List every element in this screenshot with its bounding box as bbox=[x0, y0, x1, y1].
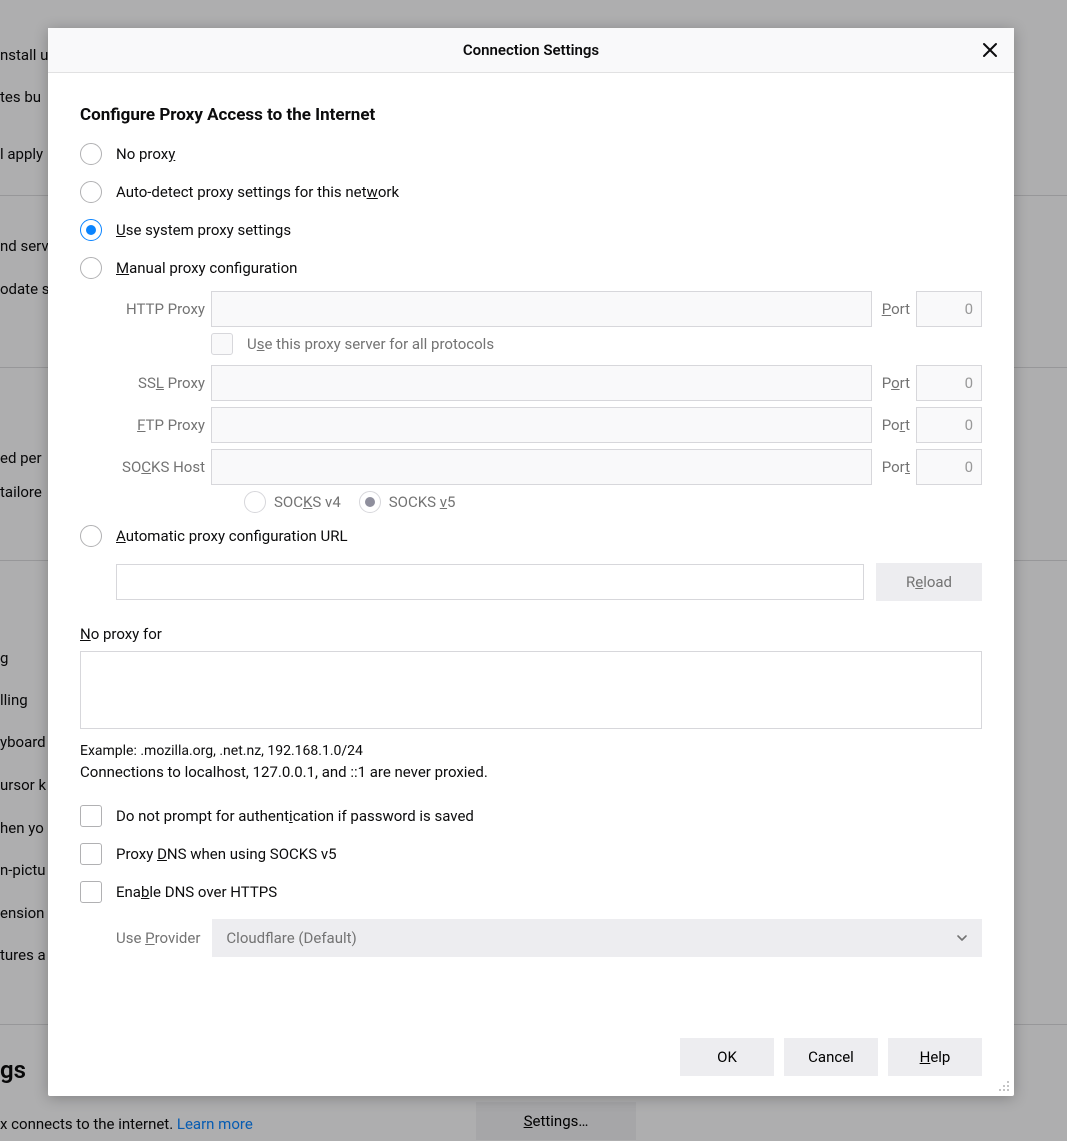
section-heading: Configure Proxy Access to the Internet bbox=[80, 105, 982, 125]
bg-text: hen yo bbox=[0, 819, 44, 837]
ftp-port-input[interactable] bbox=[916, 407, 982, 443]
radio-use-system[interactable] bbox=[80, 219, 102, 241]
ok-button[interactable]: OK bbox=[680, 1038, 774, 1076]
dns-over-https-label[interactable]: Enable DNS over HTTPS bbox=[116, 883, 277, 901]
bg-text: l apply bbox=[0, 145, 43, 163]
bg-text: lling bbox=[0, 691, 28, 709]
bg-text: ed per bbox=[0, 449, 42, 467]
checkbox-dns-over-https[interactable] bbox=[80, 881, 102, 903]
no-auth-prompt-label[interactable]: Do not prompt for authentication if pass… bbox=[116, 807, 474, 825]
chevron-down-icon bbox=[956, 932, 968, 944]
provider-select[interactable]: Cloudflare (Default) bbox=[212, 919, 982, 957]
radio-socks-v4[interactable] bbox=[244, 491, 266, 513]
ftp-proxy-input[interactable] bbox=[211, 407, 872, 443]
checkbox-use-all-protocols[interactable] bbox=[211, 333, 233, 355]
ssl-proxy-input[interactable] bbox=[211, 365, 872, 401]
pac-url-input[interactable] bbox=[116, 564, 864, 600]
bg-text: tes bu bbox=[0, 88, 41, 106]
help-button[interactable]: Help bbox=[888, 1038, 982, 1076]
cancel-button[interactable]: Cancel bbox=[784, 1038, 878, 1076]
bg-text: n-pictu bbox=[0, 861, 46, 879]
http-port-label: Port bbox=[882, 300, 910, 318]
bg-text: ursor k bbox=[0, 776, 46, 794]
bg-text: tailore bbox=[0, 483, 42, 501]
radio-auto-detect[interactable] bbox=[80, 181, 102, 203]
provider-selected-value: Cloudflare (Default) bbox=[226, 929, 356, 947]
bg-settings-button[interactable]: SSettings…ettings… bbox=[476, 1102, 636, 1140]
http-port-input[interactable] bbox=[916, 291, 982, 327]
radio-auto-detect-label[interactable]: Auto-detect proxy settings for this netw… bbox=[116, 183, 399, 201]
manual-proxy-section: HTTP Proxy Port Use this proxy server fo… bbox=[116, 291, 982, 513]
dialog-body: Configure Proxy Access to the Internet N… bbox=[48, 73, 1014, 1026]
learn-more-link[interactable]: Learn more bbox=[177, 1115, 253, 1133]
example-hint: Example: .mozilla.org, .net.nz, 192.168.… bbox=[80, 743, 982, 759]
localhost-note: Connections to localhost, 127.0.0.1, and… bbox=[80, 763, 982, 781]
bg-text: odate s bbox=[0, 280, 50, 298]
dialog-title: Connection Settings bbox=[463, 41, 599, 59]
checkbox-no-auth-prompt[interactable] bbox=[80, 805, 102, 827]
provider-label: Use Provider bbox=[116, 929, 200, 947]
bg-text: yboard bbox=[0, 733, 46, 751]
radio-use-system-label[interactable]: Use system proxy settings bbox=[116, 221, 291, 239]
radio-socks-v5[interactable] bbox=[359, 491, 381, 513]
socks-host-input[interactable] bbox=[211, 449, 872, 485]
radio-manual[interactable] bbox=[80, 257, 102, 279]
no-proxy-for-label: No proxy for bbox=[80, 625, 982, 643]
bg-text: nd serv bbox=[0, 237, 49, 255]
no-proxy-for-textarea[interactable] bbox=[80, 651, 982, 729]
radio-auto-config-url[interactable] bbox=[80, 525, 102, 547]
dialog-footer: OK Cancel Help bbox=[48, 1026, 1014, 1096]
http-proxy-input[interactable] bbox=[211, 291, 872, 327]
socks-port-label: Port bbox=[882, 458, 910, 476]
radio-manual-label[interactable]: Manual proxy configuration bbox=[116, 259, 297, 277]
checkbox-proxy-dns-socks5[interactable] bbox=[80, 843, 102, 865]
bg-text: nstall u bbox=[0, 46, 48, 64]
bg-section-title: gs bbox=[0, 1056, 26, 1084]
bg-text: g bbox=[0, 649, 8, 667]
radio-auto-config-url-label[interactable]: Automatic proxy configuration URL bbox=[116, 527, 348, 545]
close-button[interactable] bbox=[976, 36, 1004, 64]
socks-v4-label[interactable]: SOCKS v4 bbox=[274, 493, 341, 511]
ssl-port-input[interactable] bbox=[916, 365, 982, 401]
socks-port-input[interactable] bbox=[916, 449, 982, 485]
bg-text: tures a bbox=[0, 946, 46, 964]
proxy-dns-socks5-label[interactable]: Proxy DNS when using SOCKS v5 bbox=[116, 845, 337, 863]
socks-v5-label[interactable]: SOCKS v5 bbox=[389, 493, 456, 511]
ssl-proxy-label: SSL Proxy bbox=[116, 374, 211, 392]
socks-host-label: SOCKS Host bbox=[116, 458, 211, 476]
radio-no-proxy-label[interactable]: No proxy bbox=[116, 145, 175, 163]
bg-text: x connects to the internet. Learn more bbox=[0, 1115, 253, 1133]
use-all-protocols-label[interactable]: Use this proxy server for all protocols bbox=[247, 335, 494, 353]
bg-text: ension bbox=[0, 904, 44, 922]
radio-no-proxy[interactable] bbox=[80, 143, 102, 165]
reload-button[interactable]: Reload bbox=[876, 563, 982, 601]
http-proxy-label: HTTP Proxy bbox=[116, 300, 211, 318]
resize-grip-icon[interactable] bbox=[998, 1080, 1010, 1092]
ftp-port-label: Port bbox=[882, 416, 910, 434]
connection-settings-dialog: Connection Settings Configure Proxy Acce… bbox=[48, 28, 1014, 1096]
dialog-header: Connection Settings bbox=[48, 28, 1014, 73]
close-icon bbox=[982, 42, 998, 58]
ssl-port-label: Port bbox=[882, 374, 910, 392]
ftp-proxy-label: FTP Proxy bbox=[116, 416, 211, 434]
